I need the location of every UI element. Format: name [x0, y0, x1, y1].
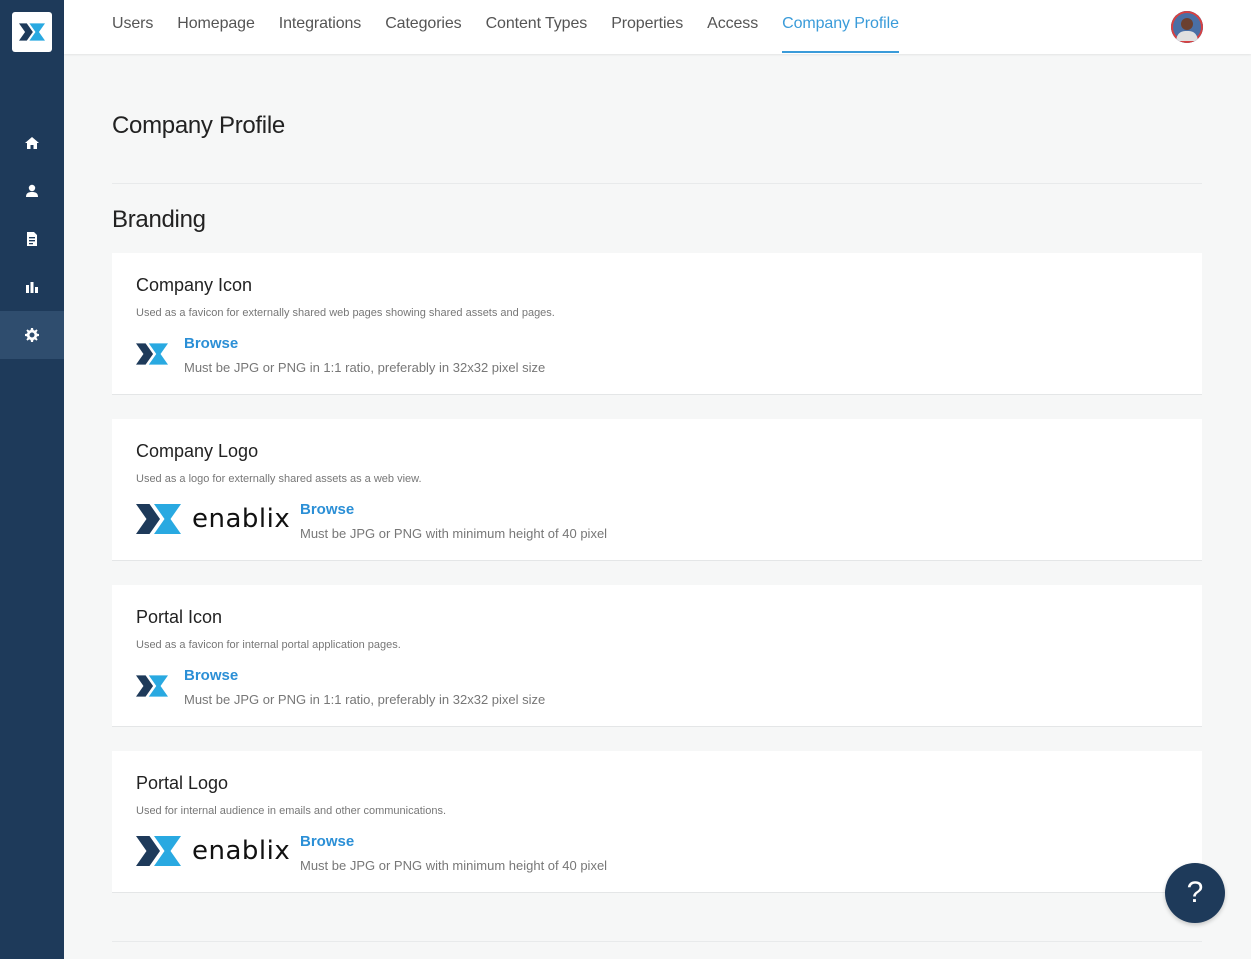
company-icon-preview: [136, 343, 168, 370]
browse-button[interactable]: Browse: [184, 667, 238, 684]
top-navigation: Users Homepage Integrations Categories C…: [64, 0, 1251, 54]
tab-categories[interactable]: Categories: [385, 0, 461, 54]
app-logo[interactable]: [12, 12, 52, 52]
tab-homepage[interactable]: Homepage: [177, 0, 255, 54]
page-title: Company Profile: [112, 112, 285, 139]
user-icon: [26, 184, 38, 197]
card-title: Company Icon: [136, 275, 253, 295]
home-icon: [25, 137, 39, 149]
company-logo-preview: enablix: [136, 503, 290, 535]
tab-integrations[interactable]: Integrations: [279, 0, 362, 54]
sidebar-item-analytics[interactable]: [0, 263, 64, 311]
portal-icon-card: Portal Icon Used as a favicon for intern…: [112, 585, 1202, 727]
portal-logo-card: Portal Logo Used for internal audience i…: [112, 751, 1202, 893]
company-logo-card: Company Logo Used as a logo for external…: [112, 419, 1202, 561]
company-icon-card: Company Icon Used as a favicon for exter…: [112, 253, 1202, 395]
card-title: Company Logo: [136, 441, 259, 461]
sidebar-item-users[interactable]: [0, 167, 64, 215]
enablix-mark-icon: [136, 675, 168, 697]
user-avatar-icon: [1171, 11, 1203, 43]
upload-hint: Must be JPG or PNG with minimum height o…: [300, 858, 608, 873]
card-description: Used as a favicon for internal portal ap…: [136, 639, 401, 651]
tab-company-profile[interactable]: Company Profile: [782, 0, 899, 53]
logo-wordmark: enablix: [192, 504, 291, 534]
help-button[interactable]: ?: [1165, 863, 1225, 923]
tab-properties[interactable]: Properties: [611, 0, 683, 54]
sidebar: [0, 0, 64, 959]
tab-access[interactable]: Access: [707, 0, 758, 54]
tab-content-types[interactable]: Content Types: [486, 0, 588, 54]
card-title: Portal Logo: [136, 773, 229, 793]
card-description: Used as a favicon for externally shared …: [136, 307, 555, 319]
sidebar-item-settings[interactable]: [0, 311, 64, 359]
section-title: Branding: [112, 206, 206, 233]
document-icon: [27, 232, 37, 246]
portal-logo-preview: enablix: [136, 835, 290, 867]
divider: [112, 183, 1202, 184]
settings-tabs: Users Homepage Integrations Categories C…: [112, 0, 923, 54]
browse-button[interactable]: Browse: [184, 335, 238, 352]
browse-button[interactable]: Browse: [300, 833, 354, 850]
tab-users[interactable]: Users: [112, 0, 153, 54]
card-title: Portal Icon: [136, 607, 223, 627]
upload-hint: Must be JPG or PNG in 1:1 ratio, prefera…: [184, 360, 546, 375]
portal-icon-preview: [136, 675, 168, 702]
sidebar-item-content[interactable]: [0, 215, 64, 263]
browse-button[interactable]: Browse: [300, 501, 354, 518]
upload-hint: Must be JPG or PNG with minimum height o…: [300, 526, 608, 541]
enablix-mark-icon: [136, 343, 168, 365]
card-description: Used for internal audience in emails and…: [136, 805, 446, 817]
gear-icon: [25, 328, 39, 342]
enablix-mark-icon: [136, 504, 181, 534]
upload-hint: Must be JPG or PNG in 1:1 ratio, prefera…: [184, 692, 546, 707]
enablix-mark-icon: [136, 836, 181, 866]
sidebar-item-home[interactable]: [0, 119, 64, 167]
divider: [112, 941, 1202, 942]
enablix-mark-icon: [19, 23, 45, 41]
card-description: Used as a logo for externally shared ass…: [136, 473, 422, 485]
logo-wordmark: enablix: [192, 836, 291, 866]
avatar[interactable]: [1171, 11, 1203, 43]
bar-chart-icon: [26, 282, 38, 293]
